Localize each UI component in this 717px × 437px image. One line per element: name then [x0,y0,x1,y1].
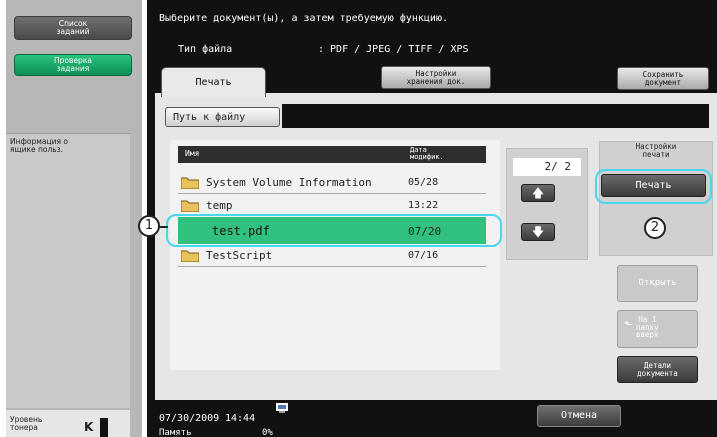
page-counter: 2/ 2 [513,158,581,176]
file-name: temp [206,199,233,212]
file-type-label: Тип файла [178,44,233,55]
file-list-row[interactable]: TestScript 07/16 [178,244,486,267]
cancel-button[interactable]: Отмена [537,405,621,427]
document-details-button[interactable]: Детали документа [617,356,698,383]
selection-highlight [166,214,502,247]
job-list-button[interactable]: Список заданий [14,16,132,40]
toner-level-label: Уровень тонера [10,415,43,432]
memory-label: Память [159,428,192,437]
status-date: 07/30/2009 [159,413,220,424]
scroll-down-button[interactable]: 🡇 [521,223,555,241]
file-list-header: Имя Дата модифик. [178,146,486,163]
job-check-button[interactable]: Проверка задания [14,54,132,76]
memory-value: 0% [262,428,273,437]
toner-level-bar [100,418,108,437]
callout-1: 1 [138,215,160,237]
toner-color-label: K [84,420,94,434]
print-settings-label: Настройки печати [635,142,677,159]
folder-icon [181,200,199,212]
user-box-info-panel: Информация о ящике польз. [6,133,130,408]
file-path-label: Путь к файлу [173,111,246,123]
arrow-up-icon: 🡅 [531,186,545,200]
file-date: 13:22 [408,200,439,211]
folder-icon [181,250,199,262]
toner-indicator: Уровень тонера K [6,410,130,437]
file-date: 07/16 [408,250,439,261]
user-box-info-label: Информация о ящике польз. [10,137,68,154]
save-document-button[interactable]: Сохранить документ [617,67,709,90]
arrow-down-icon: 🡇 [531,225,545,239]
file-type-value: : PDF / JPEG / TIFF / XPS [318,44,469,55]
file-date: 05/28 [408,177,439,188]
open-button[interactable]: Открыть [617,265,698,302]
tab-print[interactable]: Печать [161,67,266,97]
file-path-field [282,104,709,128]
folder-up-icon: ⬑ [624,318,634,331]
status-time: 14:44 [225,413,256,424]
file-path-button[interactable]: Путь к файлу [165,107,280,127]
file-list-row[interactable]: temp 13:22 [178,194,486,216]
up-one-folder-button[interactable]: ⬑ На 1 папку вверх [617,310,698,348]
tab-storage-settings[interactable]: Настройки хранения док. [381,66,491,89]
column-header-name: Имя [185,149,200,158]
up-one-folder-label: На 1 папку вверх [636,315,659,339]
column-header-date: Дата модифик. [410,146,444,161]
network-icon [276,403,288,413]
scroll-up-button[interactable]: 🡅 [521,184,555,202]
instruction-message: Выберите документ(ы), а затем требуемую … [159,13,448,24]
file-list-row[interactable]: System Volume Information 05/28 [178,171,486,194]
print-button[interactable]: Печать [601,174,706,197]
callout-2: 2 [644,217,666,239]
file-name: System Volume Information [206,176,372,189]
file-name: TestScript [206,249,273,262]
folder-icon [181,177,199,189]
